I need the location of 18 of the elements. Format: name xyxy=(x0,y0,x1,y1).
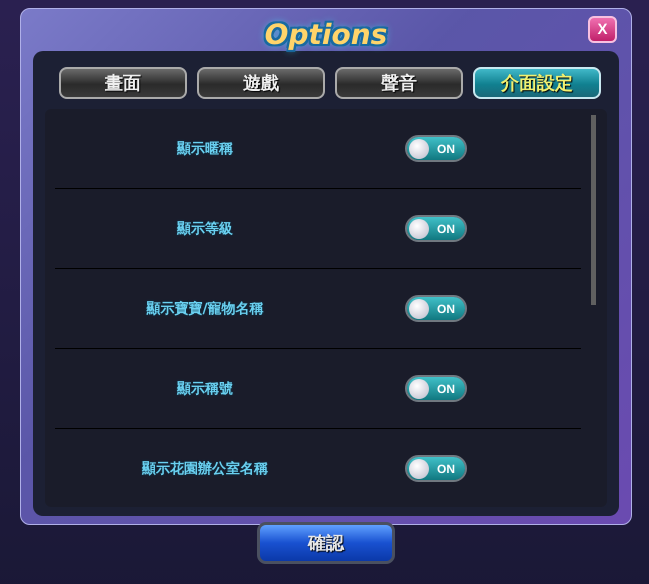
window-title: Options xyxy=(264,18,388,50)
toggle-switch[interactable]: ON xyxy=(405,295,467,322)
tab[interactable]: 畫面 xyxy=(59,67,187,99)
close-button[interactable]: X xyxy=(588,16,617,43)
scrollbar[interactable] xyxy=(591,115,599,305)
tab[interactable]: 遊戲 xyxy=(197,67,325,99)
confirm-button[interactable]: 確認 xyxy=(257,522,395,564)
setting-label: 顯示花園辦公室名稱 xyxy=(140,460,269,478)
setting-label: 顯示等級 xyxy=(176,220,234,238)
tab[interactable]: 介面設定 xyxy=(473,67,601,99)
tab[interactable]: 聲音 xyxy=(335,67,463,99)
toggle-switch[interactable]: ON xyxy=(405,455,467,482)
toggle-switch[interactable]: ON xyxy=(405,135,467,162)
setting-label: 顯示寶寶/寵物名稱 xyxy=(145,300,265,318)
toggle-switch[interactable]: ON xyxy=(405,375,467,402)
setting-label: 顯示稱號 xyxy=(176,380,234,398)
setting-label: 顯示暱稱 xyxy=(176,140,234,158)
toggle-switch[interactable]: ON xyxy=(405,215,467,242)
